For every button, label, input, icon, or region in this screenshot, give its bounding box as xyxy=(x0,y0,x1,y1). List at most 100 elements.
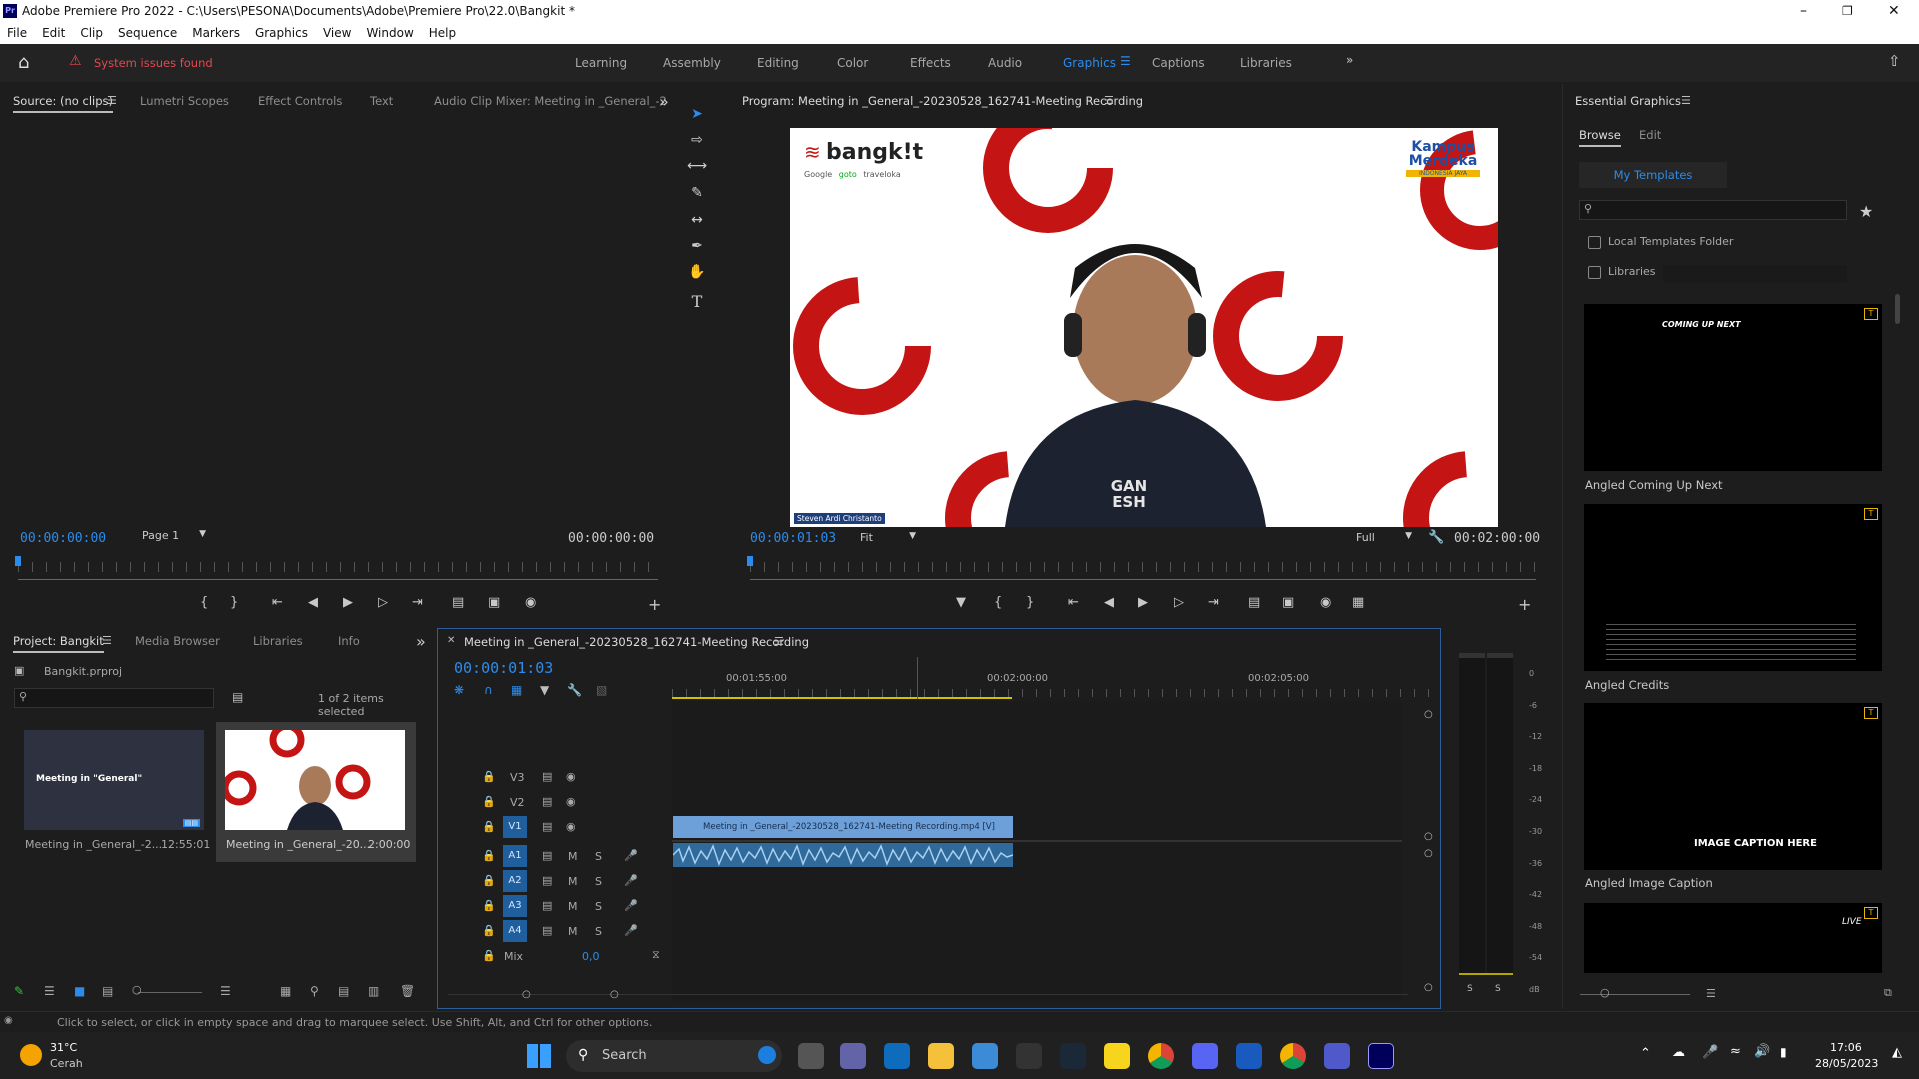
mute-button[interactable]: M xyxy=(568,925,578,938)
sync-lock-icon[interactable]: ▤ xyxy=(542,770,552,783)
go-to-out-icon[interactable]: ⇥ xyxy=(412,595,423,610)
discord-icon[interactable] xyxy=(1192,1043,1218,1069)
play-icon[interactable]: ▶ xyxy=(1138,595,1148,610)
template-thumb-live[interactable]: LIVE T xyxy=(1584,903,1882,973)
scroll-handle-icon[interactable]: ○ xyxy=(1424,831,1433,842)
nest-icon[interactable]: ❋ xyxy=(454,683,464,697)
weather-icon[interactable] xyxy=(20,1044,42,1066)
mic-tray-icon[interactable]: 🎤 xyxy=(1702,1045,1718,1060)
lock-icon[interactable]: 🔒 xyxy=(482,899,496,912)
tab-audio-clip-mixer[interactable]: Audio Clip Mixer: Meeting in _General_-2 xyxy=(434,94,667,108)
track-name[interactable]: A4 xyxy=(503,920,527,942)
pencil-icon[interactable]: ✎ xyxy=(14,984,24,998)
scroll-handle-icon[interactable]: ○ xyxy=(522,989,531,1000)
menu-sequence[interactable]: Sequence xyxy=(118,26,177,40)
mute-button[interactable]: M xyxy=(568,900,578,913)
timeline-v-scrollbar[interactable]: ○ ○ ○ ○ xyxy=(1424,709,1433,994)
sync-lock-icon[interactable]: ▤ xyxy=(542,820,552,833)
minimize-icon[interactable]: – xyxy=(1800,3,1807,19)
sync-lock-icon[interactable]: ▤ xyxy=(542,874,552,887)
libraries-checkbox[interactable]: Libraries xyxy=(1588,265,1656,279)
battery-icon[interactable]: ▮ xyxy=(1780,1045,1787,1059)
zoom-slider[interactable] xyxy=(138,992,202,993)
mic-icon[interactable]: 🎤 xyxy=(624,849,638,862)
wifi-icon[interactable]: ≈ xyxy=(1730,1044,1741,1059)
play-icon[interactable]: ▶ xyxy=(343,595,353,610)
mic-icon[interactable]: 🎤 xyxy=(624,874,638,887)
new-item-icon[interactable]: ▥ xyxy=(368,984,379,998)
project-item-2[interactable]: Meeting in _General_-20... 2:00:00 xyxy=(216,722,416,862)
mark-in-icon[interactable]: { xyxy=(994,595,1002,610)
chrome-profile-icon[interactable] xyxy=(1280,1043,1306,1069)
v-a-divider[interactable] xyxy=(672,840,1402,842)
teams-icon[interactable] xyxy=(1324,1043,1350,1069)
windows-start-icon[interactable] xyxy=(527,1044,551,1068)
lock-icon[interactable]: 🔒 xyxy=(482,820,496,833)
solo-button[interactable]: S xyxy=(595,875,602,888)
razor-tool-icon[interactable]: ✎ xyxy=(684,185,710,207)
track-name[interactable]: A3 xyxy=(503,895,527,917)
panel-menu-icon[interactable]: ☰ xyxy=(1104,94,1114,107)
selection-tool-icon[interactable]: ➤ xyxy=(684,106,710,128)
add-marker-icon[interactable]: ▼ xyxy=(540,683,549,697)
menu-markers[interactable]: Markers xyxy=(192,26,240,40)
tab-browse[interactable]: Browse xyxy=(1579,128,1621,147)
scroll-handle-icon[interactable]: ○ xyxy=(1424,982,1433,993)
trash-icon[interactable]: 🗑 xyxy=(400,984,415,998)
program-zoom-bar[interactable] xyxy=(750,579,1536,580)
premiere-taskbar-icon[interactable] xyxy=(1368,1043,1394,1069)
mix-value[interactable]: 0,0 xyxy=(582,950,600,963)
insert-icon[interactable]: ▤ xyxy=(452,595,464,610)
clock-date[interactable]: 28/05/2023 xyxy=(1815,1057,1878,1070)
eye-icon[interactable]: ◉ xyxy=(566,820,576,833)
menu-clip[interactable]: Clip xyxy=(80,26,103,40)
scroll-handle-icon[interactable]: ○ xyxy=(1424,709,1433,720)
timeline-playhead-line[interactable] xyxy=(917,657,918,699)
menu-help[interactable]: Help xyxy=(429,26,456,40)
timeline-ruler[interactable] xyxy=(672,689,1432,697)
lock-icon[interactable]: 🔒 xyxy=(482,770,496,783)
new-bin-icon[interactable]: ▤ xyxy=(232,690,243,704)
lock-icon[interactable]: 🔒 xyxy=(482,924,496,937)
chrome-icon[interactable] xyxy=(1148,1043,1174,1069)
quality-select[interactable]: Full ▼ xyxy=(1356,531,1412,544)
menu-graphics[interactable]: Graphics xyxy=(255,26,308,40)
menu-view[interactable]: View xyxy=(323,26,351,40)
find-icon[interactable]: ⚲ xyxy=(310,984,319,998)
taskbar-search[interactable]: ⚲ Search xyxy=(566,1040,782,1072)
sync-lock-icon[interactable]: ▤ xyxy=(542,795,552,808)
type-tool-icon[interactable]: T xyxy=(684,292,710,314)
tab-effect-controls[interactable]: Effect Controls xyxy=(258,94,342,108)
step-forward-icon[interactable]: ▷ xyxy=(378,595,388,610)
close-tab-icon[interactable]: ✕ xyxy=(447,635,455,646)
template-thumb-credits[interactable]: T xyxy=(1584,504,1882,671)
work-area-bar[interactable] xyxy=(672,697,1012,699)
local-templates-checkbox[interactable]: Local Templates Folder xyxy=(1588,235,1733,249)
snap-icon[interactable]: ∩ xyxy=(484,683,493,697)
fit-select[interactable]: Fit ▼ xyxy=(860,531,916,544)
template-thumb-coming-up-next[interactable]: COMING UP NEXT T xyxy=(1584,304,1882,471)
eye-icon[interactable]: ◉ xyxy=(566,795,576,808)
tab-color[interactable]: Color xyxy=(837,56,868,70)
step-forward-icon[interactable]: ▷ xyxy=(1174,595,1184,610)
tab-media-browser[interactable]: Media Browser xyxy=(135,634,220,648)
new-layer-icon[interactable]: ⧉ xyxy=(1884,986,1892,1000)
solo-left-button[interactable]: S xyxy=(1467,984,1473,994)
eg-scrollbar[interactable] xyxy=(1895,294,1900,324)
volume-icon[interactable]: 🔊 xyxy=(1754,1044,1770,1059)
tab-libraries[interactable]: Libraries xyxy=(253,634,303,648)
workspace-menu-icon[interactable]: ☰ xyxy=(1120,54,1131,68)
tab-edit[interactable]: Edit xyxy=(1639,128,1661,142)
tab-source[interactable]: Source: (no clips) xyxy=(13,94,113,113)
panel-menu-icon[interactable]: ☰ xyxy=(102,634,112,647)
mark-out-icon[interactable]: } xyxy=(1026,595,1034,610)
program-title[interactable]: Program: Meeting in _General_-20230528_1… xyxy=(742,94,1143,108)
export-frame-icon[interactable]: ◉ xyxy=(1320,595,1331,610)
step-back-icon[interactable]: ◀ xyxy=(1104,595,1114,610)
lock-icon[interactable]: 🔒 xyxy=(482,949,496,962)
panel-menu-icon[interactable]: ☰ xyxy=(107,94,117,107)
source-zoom-bar[interactable] xyxy=(18,579,658,580)
lock-icon[interactable]: 🔒 xyxy=(482,849,496,862)
wrench-icon[interactable]: 🔧 xyxy=(1428,530,1444,545)
lock-icon[interactable]: 🔒 xyxy=(482,874,496,887)
